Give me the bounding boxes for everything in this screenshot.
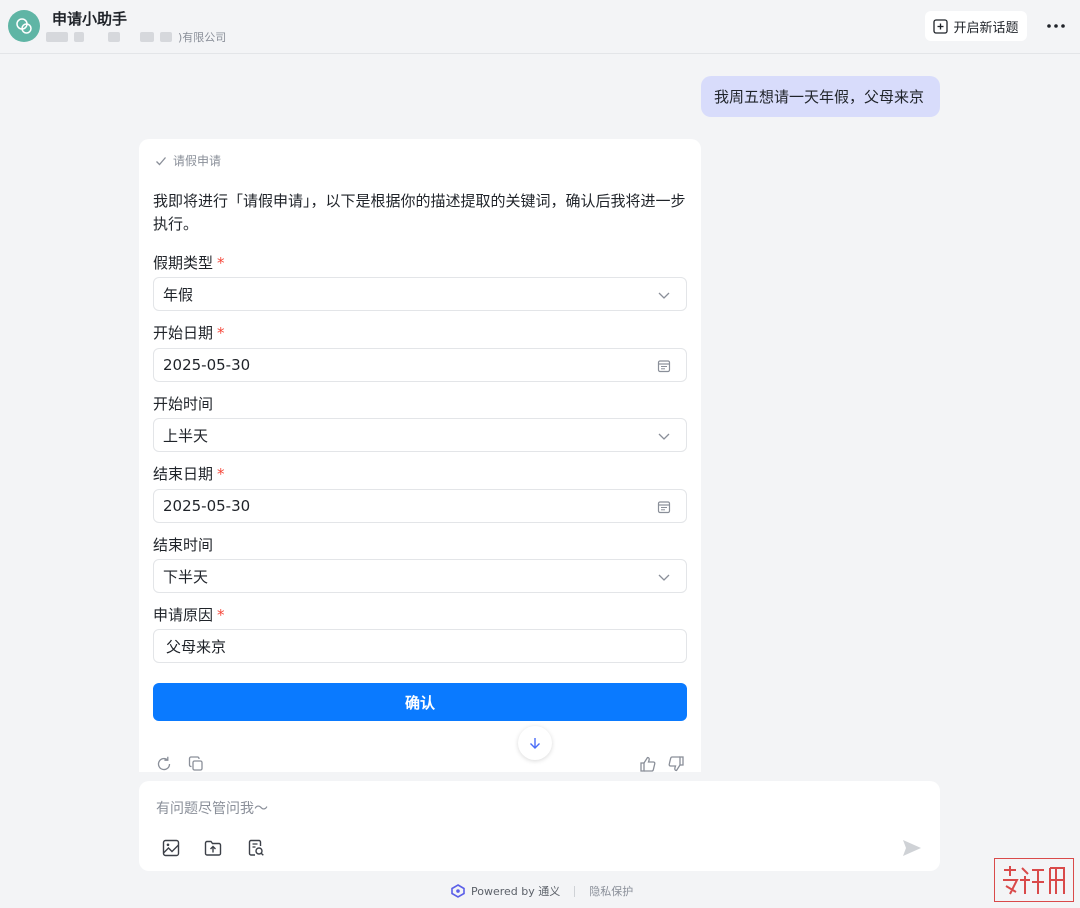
- reason-label: 申请原因 *: [153, 606, 225, 624]
- privacy-link[interactable]: 隐私保护: [589, 883, 633, 899]
- check-icon: [156, 156, 166, 165]
- required-mark: *: [217, 324, 225, 342]
- start-date-picker[interactable]: 2025-05-30: [153, 348, 687, 382]
- watermark-seal-icon: [1003, 866, 1065, 895]
- assistant-avatar: [8, 10, 40, 42]
- footer: Powered by 通义 隐私保护: [451, 883, 633, 899]
- new-topic-button[interactable]: 开启新话题: [925, 11, 1027, 41]
- more-dots-icon: [1047, 24, 1065, 28]
- tongyi-logo-icon: [451, 884, 465, 898]
- app-title: 申请小助手: [52, 10, 128, 28]
- thumbs-up-icon[interactable]: [639, 755, 657, 773]
- copy-icon[interactable]: [187, 755, 205, 773]
- calendar-icon: [657, 501, 671, 514]
- footer-divider: [574, 885, 576, 897]
- plus-square-icon: [933, 18, 949, 34]
- arrow-down-icon: [530, 738, 540, 749]
- new-topic-label: 开启新话题: [953, 20, 1019, 36]
- chevron-down-icon: [658, 433, 670, 440]
- intro-text: 我即将进行「请假申请」，以下是根据你的描述提取的关键词，确认后我将进一步执行。: [153, 192, 686, 233]
- end-time-select[interactable]: 下半天: [153, 559, 687, 593]
- leave-type-label: 假期类型 *: [153, 254, 225, 272]
- calendar-icon: [657, 360, 671, 373]
- confirm-button[interactable]: 确认: [153, 683, 687, 721]
- document-search-icon[interactable]: [246, 838, 266, 858]
- leave-type-select[interactable]: 年假: [153, 277, 687, 311]
- header: 申请小助手 )有限公司 开启新话题: [0, 0, 1080, 54]
- send-icon[interactable]: [901, 837, 923, 859]
- user-message-bubble: 我周五想请一天年假，父母来京: [701, 76, 940, 117]
- intent-tag-label: 请假申请: [173, 154, 222, 168]
- scroll-down-button[interactable]: [518, 726, 552, 760]
- intent-tag: 请假申请: [155, 152, 221, 169]
- required-mark: *: [217, 606, 225, 624]
- chevron-down-icon: [658, 292, 670, 299]
- more-button[interactable]: [1044, 14, 1068, 38]
- required-mark: *: [217, 465, 225, 483]
- end-date-picker[interactable]: 2025-05-30: [153, 489, 687, 523]
- chat-input-box[interactable]: 有问题尽管问我～: [139, 781, 940, 871]
- watermark-logo: [994, 858, 1074, 902]
- folder-upload-icon[interactable]: [203, 838, 223, 858]
- image-upload-icon[interactable]: [161, 838, 181, 858]
- leave-request-card: 请假申请 我即将进行「请假申请」，以下是根据你的描述提取的关键词，确认后我将进一…: [139, 139, 701, 772]
- regenerate-icon[interactable]: [155, 755, 173, 773]
- required-mark: *: [217, 254, 225, 272]
- start-date-label: 开始日期 *: [153, 324, 225, 342]
- chevron-down-icon: [658, 574, 670, 581]
- start-time-label: 开始时间: [153, 395, 214, 413]
- reason-input[interactable]: 父母来京: [153, 629, 687, 663]
- thumbs-down-icon[interactable]: [667, 755, 685, 773]
- end-date-label: 结束日期 *: [153, 465, 225, 483]
- powered-by-text: Powered by 通义: [471, 885, 561, 898]
- chat-input[interactable]: 有问题尽管问我～: [156, 798, 268, 818]
- chat-bubbles-icon: [16, 18, 32, 34]
- start-time-select[interactable]: 上半天: [153, 418, 687, 452]
- end-time-label: 结束时间: [153, 536, 214, 554]
- company-name: )有限公司: [46, 30, 226, 44]
